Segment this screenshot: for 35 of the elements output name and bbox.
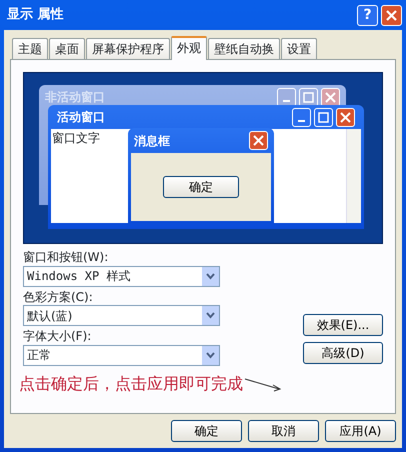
dropdown[interactable]: 正常 [23,344,220,366]
window-title: 非活动窗口 [45,89,105,106]
close-icon [386,10,397,20]
close-icon [253,135,264,146]
window-title: 显示 属性 [7,6,64,24]
help-button[interactable]: ? [357,4,378,26]
maximize-icon [318,112,329,122]
tab[interactable]: 设置 [281,38,317,59]
ok-button[interactable]: 确定 [163,176,239,198]
dropdown[interactable]: Windows XP 样式 [23,266,220,287]
field-label: 窗口和按钮(W): [23,250,110,266]
tab[interactable]: 屏幕保护程序 [86,38,170,59]
close-button[interactable] [381,4,402,26]
dialog-button[interactable]: 确定 [171,420,242,442]
dialog-button[interactable]: 应用(A) [325,420,396,442]
field-label: 字体大小(F): [23,329,92,345]
field-label: 色彩方案(C): [23,290,94,306]
tab[interactable]: 外观 [171,36,207,60]
dialog-button[interactable]: 效果(E)... [303,314,383,336]
window-title: 活动窗口 [57,109,105,126]
message-title: 消息框 [134,132,170,150]
arrow-icon [243,376,283,392]
window-text: 窗口文字 [51,130,100,147]
minimize-icon [298,120,305,122]
dialog-button[interactable]: 高级(D) [303,342,383,364]
close-icon [340,112,351,122]
tab[interactable]: 壁纸自动换 [208,38,280,59]
close-icon [325,92,336,102]
tab[interactable]: 桌面 [49,38,85,59]
tab[interactable]: 主题 [12,38,48,59]
dialog-button[interactable]: 取消 [248,420,319,442]
dropdown[interactable]: 默认(蓝) [23,305,220,326]
annotation-text: 点击确定后，点击应用即可完成 [19,372,243,395]
maximize-icon [303,92,314,102]
minimize-icon [283,100,290,102]
